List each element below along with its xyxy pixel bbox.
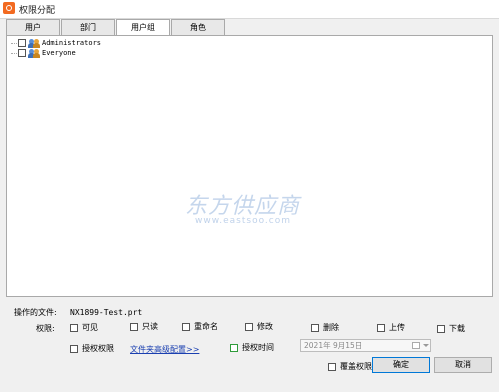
permission-download-label: 下载	[449, 324, 465, 333]
permission-visible[interactable]: 可见	[70, 322, 98, 333]
permission-modify-checkbox[interactable]	[245, 322, 253, 331]
title-bar: 权限分配	[0, 0, 499, 19]
permission-delete-checkbox[interactable]	[311, 323, 319, 332]
window-title: 权限分配	[19, 6, 56, 16]
permission-rename-label: 重命名	[194, 322, 218, 331]
permission-readonly-label: 只读	[142, 322, 158, 331]
watermark: 东方供应商 www.eastsoo.com	[7, 36, 494, 298]
watermark-text: 东方供应商	[185, 194, 301, 219]
permission-delete[interactable]: 删除	[311, 322, 339, 333]
permission-download-checkbox[interactable]	[437, 324, 445, 333]
permission-readonly-checkbox[interactable]	[130, 322, 138, 331]
permission-upload-checkbox[interactable]	[377, 323, 385, 332]
overwrite-permissions-checkbox[interactable]	[328, 362, 336, 371]
grant-time[interactable]: 授权时间	[230, 342, 274, 353]
permission-upload-label: 上传	[389, 323, 405, 332]
tree-checkbox[interactable]	[18, 39, 26, 47]
tree-item-label: Administrators	[42, 39, 102, 47]
grant-permission[interactable]: 授权权限	[70, 343, 114, 354]
tree-item-everyone[interactable]: Everyone	[11, 48, 76, 58]
user-group-icon	[28, 48, 40, 58]
watermark-url: www.eastsoo.com	[195, 216, 292, 226]
user-group-icon	[28, 38, 40, 48]
permission-upload[interactable]: 上传	[377, 322, 405, 333]
calendar-icon[interactable]	[412, 342, 420, 349]
permission-readonly[interactable]: 只读	[130, 321, 158, 332]
cancel-button[interactable]: 取消	[434, 357, 492, 373]
ok-button[interactable]: 确定	[372, 357, 430, 373]
permission-rename[interactable]: 重命名	[182, 321, 218, 332]
tree-connector	[11, 42, 17, 44]
permission-modify[interactable]: 修改	[245, 321, 273, 332]
tab-user-groups[interactable]: 用户组	[116, 19, 170, 36]
grant-time-label: 授权时间	[242, 343, 274, 352]
permission-download[interactable]: 下载	[437, 323, 465, 334]
overwrite-permissions-label: 覆盖权限	[340, 362, 372, 371]
tree-connector	[11, 52, 17, 54]
tab-users[interactable]: 用户	[6, 19, 60, 35]
permissions-label: 权限:	[36, 324, 55, 333]
file-label: 操作的文件:	[14, 308, 57, 317]
overwrite-permissions[interactable]: 覆盖权限	[328, 361, 372, 372]
grant-permission-checkbox[interactable]	[70, 344, 78, 353]
grant-permission-label: 授权权限	[82, 344, 114, 353]
app-icon	[3, 2, 15, 14]
tree-checkbox[interactable]	[18, 49, 26, 57]
tree-item-label: Everyone	[42, 49, 76, 57]
grant-time-checkbox[interactable]	[230, 343, 238, 352]
chevron-down-icon[interactable]	[423, 344, 429, 347]
folder-advanced-config-link[interactable]: 文件夹高级配置>>	[130, 344, 199, 355]
permission-visible-checkbox[interactable]	[70, 323, 78, 332]
grant-date-picker[interactable]: 2021年 9月15日	[300, 339, 431, 352]
file-name: NX1899-Test.prt	[70, 308, 143, 317]
permission-delete-label: 删除	[323, 323, 339, 332]
grant-date-value: 2021年 9月15日	[304, 341, 363, 350]
tree-item-administrators[interactable]: Administrators	[11, 38, 101, 48]
permission-rename-checkbox[interactable]	[182, 322, 190, 331]
permission-visible-label: 可见	[82, 323, 98, 332]
group-tree-panel: Administrators Everyone 东方供应商 www.eastso…	[6, 35, 493, 297]
permission-modify-label: 修改	[257, 322, 273, 331]
tab-roles[interactable]: 角色	[171, 19, 225, 35]
tab-departments[interactable]: 部门	[61, 19, 115, 35]
